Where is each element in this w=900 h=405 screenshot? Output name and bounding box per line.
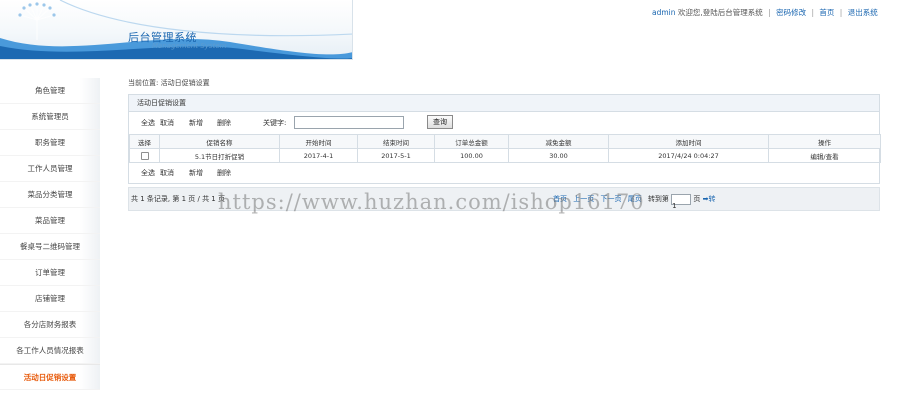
sidebar-item-orders[interactable]: 订单管理	[0, 260, 100, 286]
column-header: 操作	[768, 134, 881, 149]
column-header: 结束时间	[357, 134, 435, 149]
divider: |	[811, 8, 815, 17]
column-header: 减免金额	[508, 134, 609, 149]
sidebar-item-admins[interactable]: 系统管理员	[0, 104, 100, 130]
logout-link[interactable]: 退出系统	[848, 8, 878, 17]
order-total-cell: 100.00	[434, 148, 509, 163]
cancel-selection-button[interactable]: 取消	[160, 112, 174, 134]
bottom-toolbar: 全选 取消 新增 删除	[129, 163, 879, 183]
column-header: 选择	[129, 134, 160, 149]
column-header: 开始时间	[279, 134, 358, 149]
goto-button[interactable]: ➡转	[703, 195, 716, 203]
welcome-text: 欢迎您,登陆后台管理系统	[677, 8, 763, 17]
goto-label: 转到第	[647, 195, 669, 203]
promotion-table: 选择 促销名称 开始时间 结束时间 订单总金额 减免金额 添加时间 操作 5.1…	[129, 134, 881, 163]
breadcrumb: 当前位置: 活动日促销设置	[128, 79, 210, 87]
delete-button[interactable]: 删除	[217, 112, 231, 134]
divider: |	[768, 8, 771, 17]
sidebar-item-promotions[interactable]: 活动日促销设置	[0, 364, 100, 390]
table-row: 5.1节日打折促销 2017-4-1 2017-5-1 100.00 30.00…	[129, 148, 881, 163]
sidebar-item-staff-report[interactable]: 各工作人员情况报表	[0, 338, 100, 364]
sidebar-item-stores[interactable]: 店铺管理	[0, 286, 100, 312]
select-all-button[interactable]: 全选	[141, 163, 155, 183]
username: admin	[652, 8, 676, 17]
sidebar-item-staff[interactable]: 工作人员管理	[0, 156, 100, 182]
query-button[interactable]: 查询	[427, 115, 453, 129]
change-password-link[interactable]: 密码修改	[776, 8, 806, 17]
top-toolbar: 全选 取消 新增 删除 关键字: 查询	[129, 112, 879, 134]
sidebar-item-table-qrcodes[interactable]: 餐桌号二维码管理	[0, 234, 100, 260]
row-select-cell	[129, 148, 160, 163]
sidebar-item-branch-finance[interactable]: 各分店财务报表	[0, 312, 100, 338]
end-time-cell: 2017-5-1	[357, 148, 435, 163]
page-number-input[interactable]: 1	[671, 193, 692, 210]
promotion-name-cell: 5.1节日打折促销	[159, 148, 280, 163]
column-header: 促销名称	[159, 134, 280, 149]
start-time-cell: 2017-4-1	[279, 148, 358, 163]
edit-view-link[interactable]: 编辑/查看	[768, 148, 881, 163]
sidebar-item-positions[interactable]: 职务管理	[0, 130, 100, 156]
sidebar-item-dish-categories[interactable]: 菜品分类管理	[0, 182, 100, 208]
sidebar-item-roles[interactable]: 角色管理	[0, 78, 100, 104]
banner: 后台管理系统 Management System	[0, 0, 353, 60]
panel-title: 活动日促销设置	[129, 95, 879, 112]
discount-cell: 30.00	[508, 148, 609, 163]
record-count: 共 1 条记录, 第 1 页 / 共 1 页	[131, 195, 225, 203]
dandelion-logo-icon	[18, 2, 56, 40]
keyword-input[interactable]	[294, 116, 404, 129]
header: 后台管理系统 Management System admin 欢迎您,登陆后台管…	[0, 0, 900, 62]
home-link[interactable]: 首页	[819, 8, 834, 17]
user-toolbar: admin 欢迎您,登陆后台管理系统 | 密码修改 | 首页 | 退出系统	[652, 7, 878, 18]
column-header: 添加时间	[608, 134, 769, 149]
cancel-selection-button[interactable]: 取消	[160, 163, 174, 183]
sidebar-item-dishes[interactable]: 菜品管理	[0, 208, 100, 234]
select-all-button[interactable]: 全选	[141, 112, 155, 134]
sidebar: 角色管理 系统管理员 职务管理 工作人员管理 菜品分类管理 菜品管理 餐桌号二维…	[0, 78, 100, 405]
system-subtitle: Management System	[152, 42, 227, 50]
delete-button[interactable]: 删除	[217, 163, 231, 183]
watermark-text: https://www.huzhan.com/ishop16170	[218, 190, 645, 214]
promotion-panel: 活动日促销设置 全选 取消 新增 删除 关键字: 查询 选择 促销名称 开始时间…	[128, 94, 881, 184]
keyword-label: 关键字:	[263, 119, 287, 127]
column-header: 订单总金额	[434, 134, 509, 149]
row-checkbox[interactable]	[140, 151, 149, 160]
table-header-row: 选择 促销名称 开始时间 结束时间 订单总金额 减免金额 添加时间 操作	[129, 134, 881, 149]
page-suffix: 页	[693, 195, 701, 203]
add-button[interactable]: 新增	[189, 112, 203, 134]
add-button[interactable]: 新增	[189, 163, 203, 183]
added-time-cell: 2017/4/24 0:04:27	[608, 148, 769, 163]
divider: |	[839, 8, 843, 17]
